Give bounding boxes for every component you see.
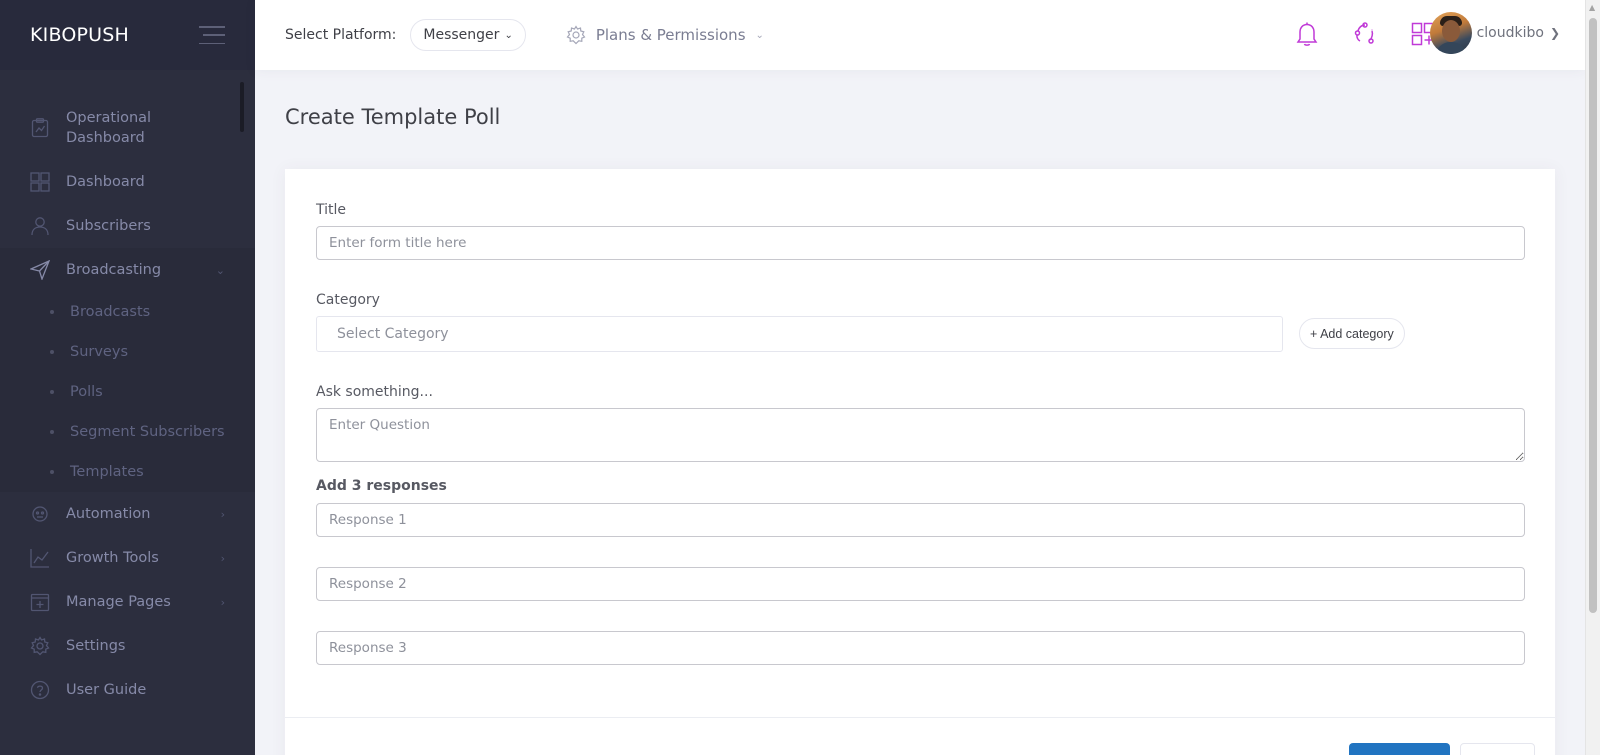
user-menu[interactable]: cloudkibo ❯ <box>1429 12 1560 54</box>
sidebar: KIBOPUSH Operational Dashboard Dashboard… <box>0 0 255 755</box>
sidebar-item-manage-pages[interactable]: Manage Pages › <box>0 580 255 624</box>
category-label: Category <box>316 292 380 308</box>
header-icons <box>1295 20 1435 48</box>
plans-permissions-menu[interactable]: Plans & Permissions ⌄ <box>566 25 764 45</box>
add-category-button[interactable]: + Add category <box>1299 318 1405 349</box>
hamburger-menu-icon[interactable] <box>199 26 225 44</box>
category-select[interactable]: Select Category <box>316 316 1283 352</box>
question-circle-icon <box>30 680 50 700</box>
chevron-down-icon: ⌄ <box>755 29 764 41</box>
chevron-down-icon: ⌄ <box>215 263 225 277</box>
title-input[interactable] <box>316 226 1525 260</box>
plans-label: Plans & Permissions <box>595 26 746 44</box>
response-3-input[interactable] <box>316 631 1525 665</box>
avatar <box>1429 12 1472 54</box>
platform-label: Select Platform: <box>285 27 397 43</box>
response-1-input[interactable] <box>316 503 1525 537</box>
sidebar-menu: Operational Dashboard Dashboard Subscrib… <box>0 96 255 712</box>
sidebar-item-label: Dashboard <box>66 174 145 190</box>
page-scrollbar[interactable]: ▲ <box>1585 0 1600 755</box>
clipboard-chart-icon <box>30 118 50 138</box>
subitem-label: Segment Subscribers <box>70 424 225 440</box>
bullet-icon <box>50 470 54 474</box>
chevron-right-icon: › <box>220 595 225 609</box>
bullet-icon <box>50 430 54 434</box>
platform-value: Messenger <box>423 27 500 43</box>
responses-label: Add 3 responses <box>316 478 447 494</box>
gear-icon <box>566 25 586 45</box>
top-header: Select Platform: Messenger ⌄ Plans & Per… <box>255 0 1585 70</box>
sidebar-item-label: Subscribers <box>66 218 151 234</box>
sidebar-item-subscribers[interactable]: Subscribers <box>0 204 255 248</box>
gear-icon <box>30 636 50 656</box>
scrollbar-thumb[interactable] <box>1589 18 1597 613</box>
bell-icon[interactable] <box>1295 20 1319 48</box>
username: cloudkibo <box>1476 25 1544 41</box>
add-page-icon <box>30 592 50 612</box>
share-nodes-icon[interactable] <box>1353 20 1377 48</box>
platform-select[interactable]: Messenger ⌄ <box>410 19 526 51</box>
sidebar-item-broadcasting[interactable]: Broadcasting ⌄ <box>0 248 255 292</box>
chevron-down-icon: ❯ <box>1549 26 1560 40</box>
broadcasting-submenu: Broadcasts Surveys Polls Segment Subscri… <box>0 292 255 492</box>
page-title: Create Template Poll <box>285 105 501 129</box>
sidebar-item-label: Broadcasting <box>66 262 162 278</box>
sidebar-subitem-templates[interactable]: Templates <box>0 452 255 492</box>
bullet-icon <box>50 390 54 394</box>
question-label: Ask something... <box>316 384 433 400</box>
chevron-right-icon: › <box>220 507 225 521</box>
sidebar-item-operational-dashboard[interactable]: Operational Dashboard <box>0 96 255 160</box>
sidebar-subitem-broadcasts[interactable]: Broadcasts <box>0 292 255 332</box>
scroll-up-icon[interactable]: ▲ <box>1589 3 1595 12</box>
grid-icon <box>30 172 50 192</box>
sidebar-item-label: Growth Tools <box>66 550 159 566</box>
title-label: Title <box>316 202 347 218</box>
paper-plane-icon <box>30 260 50 280</box>
chevron-right-icon: › <box>220 551 225 565</box>
sidebar-item-automation[interactable]: Automation › <box>0 492 255 536</box>
sidebar-item-label: Settings <box>66 638 126 654</box>
subitem-label: Templates <box>70 464 144 480</box>
poll-form-card: Title Category Select Category + Add cat… <box>285 169 1555 755</box>
card-footer-divider <box>285 717 1555 718</box>
sidebar-item-label: User Guide <box>66 682 147 698</box>
sidebar-subitem-segment-subscribers[interactable]: Segment Subscribers <box>0 412 255 452</box>
brand-logo: KIBOPUSH <box>30 24 130 46</box>
brand-bar: KIBOPUSH <box>0 0 255 70</box>
question-textarea[interactable] <box>316 408 1525 462</box>
chevron-down-icon: ⌄ <box>504 29 513 41</box>
sidebar-subitem-polls[interactable]: Polls <box>0 372 255 412</box>
sidebar-item-label: Automation <box>66 506 151 522</box>
sidebar-item-label: Manage Pages <box>66 594 171 610</box>
sidebar-subitem-surveys[interactable]: Surveys <box>0 332 255 372</box>
user-icon <box>30 216 50 236</box>
sidebar-item-dashboard[interactable]: Dashboard <box>0 160 255 204</box>
response-2-input[interactable] <box>316 567 1525 601</box>
line-chart-icon <box>30 548 50 568</box>
cancel-button[interactable] <box>1460 743 1535 755</box>
sidebar-item-label: Operational Dashboard <box>66 110 152 146</box>
sidebar-item-growth-tools[interactable]: Growth Tools › <box>0 536 255 580</box>
bullet-icon <box>50 350 54 354</box>
subitem-label: Surveys <box>70 344 128 360</box>
category-placeholder: Select Category <box>337 326 449 342</box>
robot-icon <box>30 504 50 524</box>
sidebar-item-user-guide[interactable]: User Guide <box>0 668 255 712</box>
bullet-icon <box>50 310 54 314</box>
subitem-label: Polls <box>70 384 103 400</box>
subitem-label: Broadcasts <box>70 304 151 320</box>
create-button[interactable] <box>1349 743 1450 755</box>
sidebar-item-settings[interactable]: Settings <box>0 624 255 668</box>
